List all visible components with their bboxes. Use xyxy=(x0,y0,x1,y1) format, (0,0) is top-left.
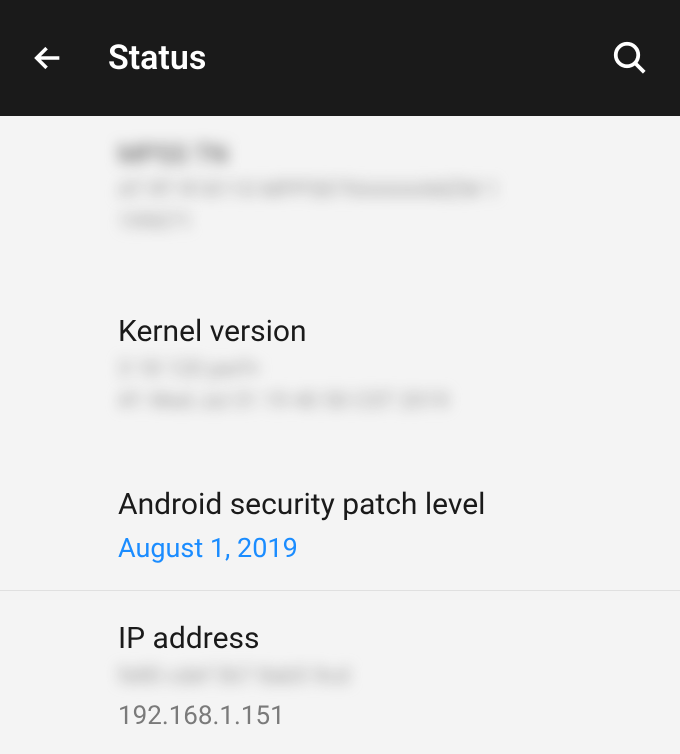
back-button[interactable] xyxy=(28,38,68,78)
ip-address-title: IP address xyxy=(118,619,562,658)
redacted-kernel-line: 3 18 120 perf+ xyxy=(118,359,562,381)
security-patch-title: Android security patch level xyxy=(118,485,562,524)
status-item-redacted[interactable]: MPSS TN AT RT R18110 MPP5879AAAAAMZM 1 1… xyxy=(0,116,680,272)
security-patch-value: August 1, 2019 xyxy=(118,532,562,564)
status-item-ip-address[interactable]: IP address fe80 cdef 567 8ab5 9cd 192.16… xyxy=(0,590,680,754)
status-item-security-patch[interactable]: Android security patch level August 1, 2… xyxy=(0,455,680,590)
kernel-version-title: Kernel version xyxy=(118,312,562,351)
redacted-title: MPSS TN xyxy=(118,140,562,170)
redacted-ip-line: fe80 cdef 567 8ab5 9cd xyxy=(118,666,562,688)
settings-list: MPSS TN AT RT R18110 MPP5879AAAAAMZM 1 1… xyxy=(0,116,680,754)
status-item-kernel[interactable]: Kernel version 3 18 120 perf+ #1 Wed Jul… xyxy=(0,272,680,455)
ip-address-value: 192.168.1.151 xyxy=(118,698,562,734)
redacted-value-line: 199071 xyxy=(118,212,562,234)
redacted-kernel-line: #1 Wed Jul 31 19 40 50 CST 2019 xyxy=(118,391,562,413)
page-title: Status xyxy=(108,38,206,78)
back-arrow-icon xyxy=(31,41,65,75)
search-icon xyxy=(612,40,648,76)
app-header: Status xyxy=(0,0,680,116)
redacted-value-line: AT RT R18110 MPP5879AAAAAMZM 1 197109 xyxy=(118,180,562,202)
search-button[interactable] xyxy=(608,36,652,80)
